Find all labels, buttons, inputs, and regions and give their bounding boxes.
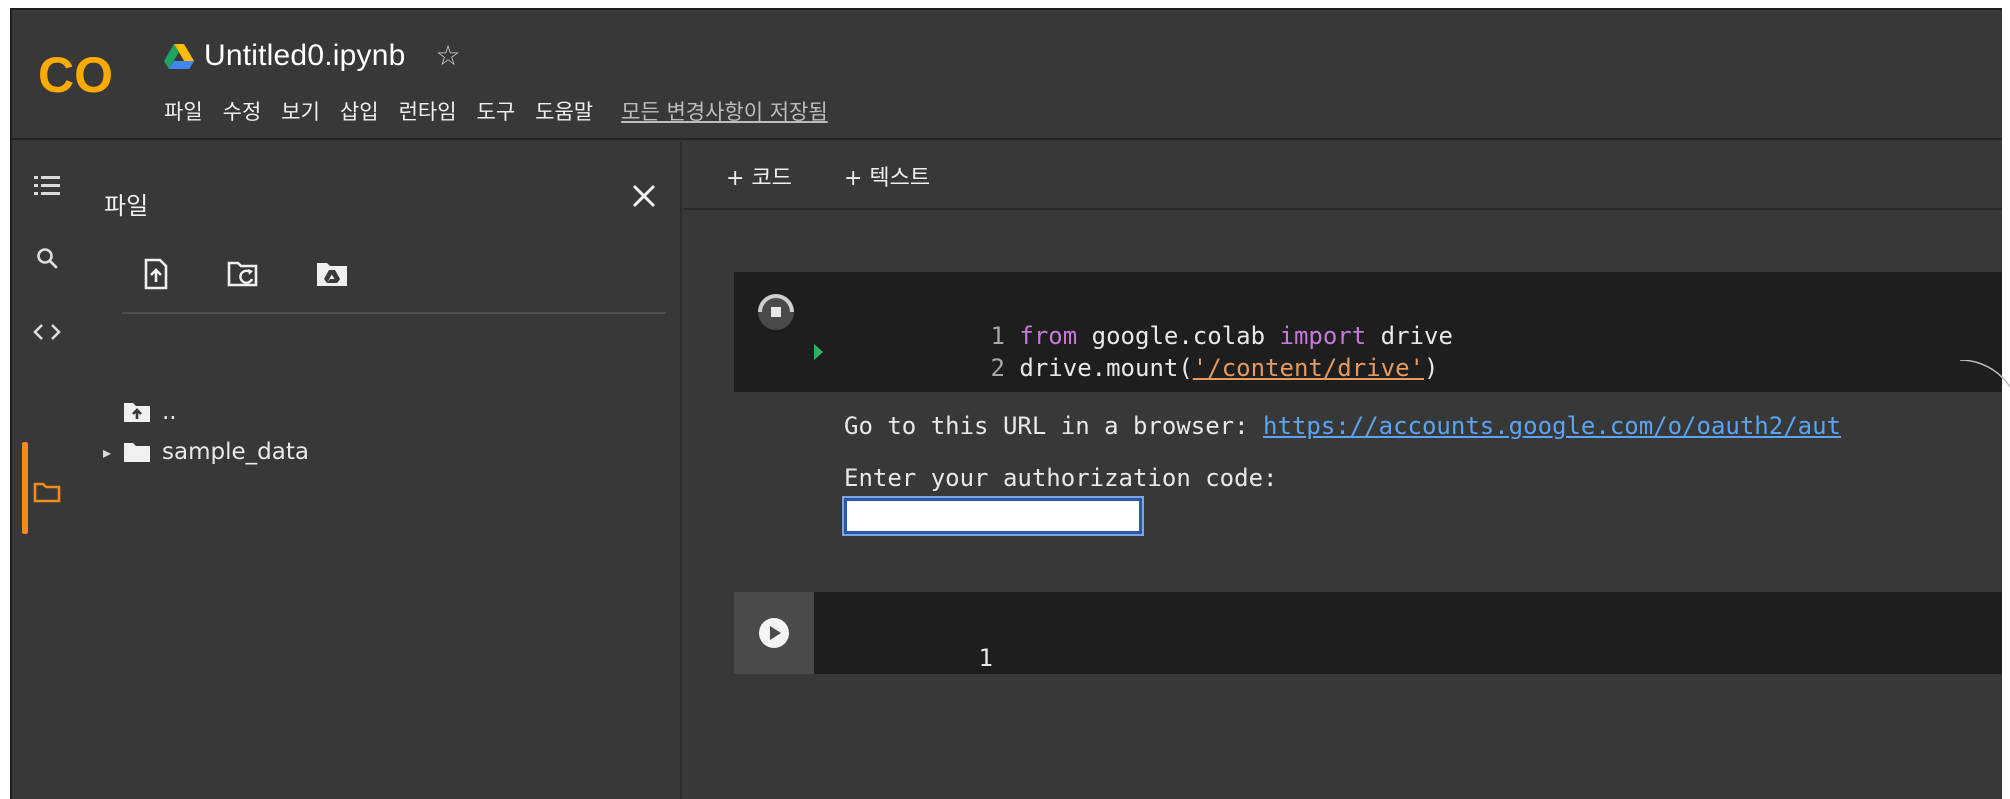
auth-code-input[interactable] bbox=[842, 496, 1144, 536]
cell-gutter bbox=[734, 272, 824, 392]
stop-execution-icon[interactable] bbox=[746, 282, 806, 342]
logo-text: CO bbox=[38, 47, 113, 102]
code-line[interactable]: 1 bbox=[834, 616, 993, 700]
line-number: 2 bbox=[990, 354, 1005, 382]
auth-code-label: Enter your authorization code: bbox=[844, 464, 1278, 492]
app-root: CO Untitled0.ipynb ☆ 파일 수정 보기 삽입 런타임 도구 … bbox=[0, 0, 2010, 799]
play-icon bbox=[759, 618, 789, 648]
menu-runtime[interactable]: 런타임 bbox=[399, 96, 457, 126]
code-token: drive.mount( bbox=[1019, 354, 1193, 382]
colab-window: CO Untitled0.ipynb ☆ 파일 수정 보기 삽입 런타임 도구 … bbox=[10, 8, 2002, 799]
close-panel-button[interactable] bbox=[624, 176, 664, 216]
oauth-link[interactable]: https://accounts.google.com/o/oauth2/aut bbox=[1263, 412, 1841, 440]
cell-output-url-line: Go to this URL in a browser: https://acc… bbox=[844, 412, 1841, 440]
file-toolbar bbox=[136, 254, 400, 294]
header: CO Untitled0.ipynb ☆ 파일 수정 보기 삽입 런타임 도구 … bbox=[12, 10, 2002, 140]
upload-file-button[interactable] bbox=[136, 254, 176, 294]
notebook-title[interactable]: Untitled0.ipynb bbox=[204, 39, 405, 73]
current-line-arrow-icon bbox=[814, 344, 823, 360]
code-icon bbox=[33, 324, 61, 340]
menu-bar: 파일 수정 보기 삽입 런타임 도구 도움말 모든 변경사항이 저장됨 bbox=[164, 94, 828, 128]
string-token: '/content/drive' bbox=[1192, 354, 1424, 382]
file-panel: 파일 .. ▸ sample_data bbox=[82, 142, 682, 799]
output-prompt: Go to this URL in a browser: bbox=[844, 412, 1264, 440]
tree-item-parent[interactable]: .. bbox=[122, 394, 177, 430]
run-cell-button[interactable] bbox=[734, 592, 814, 674]
menu-icon bbox=[34, 176, 60, 195]
menu-help[interactable]: 도움말 bbox=[535, 96, 593, 126]
activity-bar bbox=[12, 142, 82, 799]
code-cell[interactable]: 1 from google.colab import drive 2 drive… bbox=[734, 272, 2002, 392]
close-icon bbox=[632, 184, 656, 208]
search-button[interactable] bbox=[12, 230, 82, 286]
add-code-button[interactable]: + 코드 bbox=[726, 160, 792, 192]
code-snippets-button[interactable] bbox=[12, 304, 82, 360]
mount-drive-button[interactable] bbox=[312, 254, 352, 294]
menu-tools[interactable]: 도구 bbox=[477, 96, 516, 126]
colab-logo-icon[interactable]: CO bbox=[38, 46, 134, 102]
menu-edit[interactable]: 수정 bbox=[223, 96, 262, 126]
line-number: 1 bbox=[978, 644, 993, 672]
menu-insert[interactable]: 삽입 bbox=[340, 96, 379, 126]
google-drive-icon bbox=[164, 44, 194, 69]
menu-file[interactable]: 파일 bbox=[164, 96, 203, 126]
refresh-folder-icon bbox=[227, 261, 258, 287]
panel-title: 파일 bbox=[104, 192, 149, 220]
folder-up-icon bbox=[124, 403, 150, 422]
search-icon bbox=[37, 248, 58, 269]
code-line[interactable]: 2 drive.mount('/content/drive') bbox=[846, 326, 1439, 410]
notebook-toolbar: + 코드 + 텍스트 bbox=[684, 142, 2002, 210]
refresh-button[interactable] bbox=[224, 254, 264, 294]
title-row: Untitled0.ipynb ☆ bbox=[164, 32, 461, 80]
tree-item-sample-data[interactable]: ▸ sample_data bbox=[92, 434, 309, 470]
folder-icon bbox=[33, 482, 61, 503]
tree-item-label: sample_data bbox=[162, 439, 309, 465]
mount-drive-icon bbox=[317, 263, 347, 286]
upload-file-icon bbox=[144, 258, 168, 290]
code-cell[interactable]: 1 bbox=[734, 592, 2002, 674]
save-status-link[interactable]: 모든 변경사항이 저장됨 bbox=[621, 96, 828, 126]
panel-divider bbox=[122, 312, 666, 314]
tree-item-label: .. bbox=[162, 399, 177, 425]
edge-decoration bbox=[1960, 360, 2010, 389]
toc-button[interactable] bbox=[12, 158, 82, 214]
add-text-button[interactable]: + 텍스트 bbox=[844, 160, 930, 192]
menu-view[interactable]: 보기 bbox=[281, 96, 320, 126]
chevron-right-icon[interactable]: ▸ bbox=[92, 443, 122, 462]
notebook-main: + 코드 + 텍스트 1 from google.colab import dr… bbox=[684, 142, 2002, 799]
code-token: ) bbox=[1423, 354, 1439, 382]
star-icon[interactable]: ☆ bbox=[435, 42, 460, 70]
folder-icon bbox=[124, 443, 150, 462]
files-button[interactable] bbox=[12, 464, 82, 520]
